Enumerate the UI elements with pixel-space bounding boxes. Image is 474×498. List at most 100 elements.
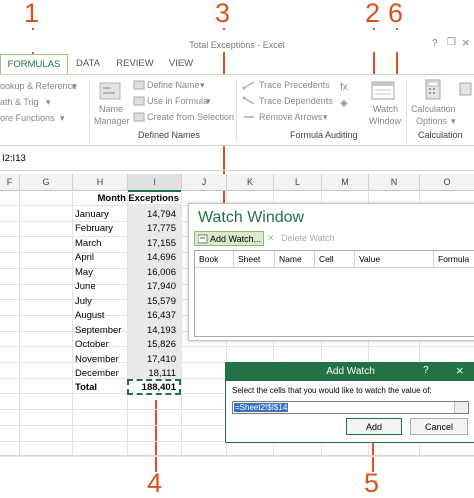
watch-col-formula[interactable]: Formula <box>434 251 474 267</box>
title-bar: Total Exceptions - Excel ? ❐ × <box>0 30 474 52</box>
column-header-n[interactable]: N <box>369 174 420 191</box>
watch-col-book[interactable]: Book <box>195 251 234 267</box>
tab-data[interactable]: DATA <box>70 54 106 74</box>
watch-window-label-2[interactable]: Window <box>369 116 401 126</box>
tab-view[interactable]: VIEW <box>164 54 198 74</box>
exceptions-cell[interactable]: 14,794 <box>128 207 176 222</box>
exceptions-cell[interactable]: 16,006 <box>128 265 176 280</box>
lookup-reference-button[interactable]: ookup & Reference <box>0 81 77 91</box>
month-cell[interactable]: March <box>75 236 126 251</box>
column-header-h[interactable]: H <box>73 174 128 191</box>
month-cell[interactable]: April <box>75 250 126 265</box>
add-watch-icon <box>198 234 208 244</box>
create-from-selection-button[interactable]: Create from Selection <box>147 112 234 122</box>
grid-column-line <box>181 190 182 455</box>
more-functions-button[interactable]: ore Functions <box>0 113 55 123</box>
name-box[interactable]: I2:I13 <box>2 153 26 164</box>
add-watch-dialog: Add Watch ? × Select the cells that you … <box>225 362 474 443</box>
ribbon-separator <box>236 80 237 142</box>
month-cell[interactable]: May <box>75 265 126 280</box>
trace-dependents-icon <box>242 96 255 105</box>
column-header-f[interactable]: F <box>0 174 20 191</box>
callout-1: 1 <box>24 0 40 28</box>
dropdown-icon: ▾ <box>46 97 51 107</box>
math-trig-button[interactable]: ath & Trig <box>0 97 39 107</box>
tab-formulas[interactable]: FORMULAS <box>0 54 68 75</box>
error-checking-icon[interactable]: ◈ <box>340 98 348 109</box>
exceptions-cell[interactable]: 17,940 <box>128 279 176 294</box>
watch-col-name[interactable]: Name <box>275 251 315 267</box>
add-watch-button[interactable]: Add Watch... <box>194 231 264 246</box>
month-cell[interactable]: February <box>75 221 126 236</box>
tab-review[interactable]: REVIEW <box>112 54 158 74</box>
grid-row-line <box>0 456 474 458</box>
grid-row-line <box>0 346 474 348</box>
month-cell[interactable]: July <box>75 294 126 309</box>
dropdown-icon: ▾ <box>60 113 65 123</box>
column-header-k[interactable]: K <box>227 174 274 191</box>
calculation-group-label: Calculation <box>418 130 463 140</box>
column-header-l[interactable]: L <box>274 174 322 191</box>
show-formulas-icon[interactable]: fx <box>340 82 348 93</box>
exceptions-cell[interactable]: 15,579 <box>128 294 176 309</box>
header-month[interactable]: Month <box>75 191 127 206</box>
use-in-formula-icon <box>133 96 145 106</box>
exceptions-cell[interactable]: 14,193 <box>128 323 176 338</box>
watch-window-label-1[interactable]: Watch <box>373 104 398 114</box>
watch-col-value[interactable]: Value <box>355 251 434 267</box>
ribbon-separator <box>406 80 407 142</box>
month-cell[interactable]: September <box>75 323 126 338</box>
help-button[interactable]: ? <box>432 38 438 49</box>
name-manager-label-2[interactable]: Manager <box>94 116 130 126</box>
watch-window: Watch Window Add Watch... ✕ Delete Watch… <box>188 203 474 341</box>
month-cell[interactable]: October <box>75 337 126 352</box>
column-header-i[interactable]: I <box>128 174 182 192</box>
dropdown-icon: ▾ <box>451 116 456 126</box>
month-cell[interactable]: August <box>75 308 126 323</box>
calculation-options-label-2[interactable]: Options <box>416 116 447 126</box>
cancel-button[interactable]: Cancel <box>410 418 468 435</box>
reference-input[interactable]: =Sheet2!$I$14 <box>232 401 469 414</box>
create-from-selection-icon <box>133 112 145 122</box>
calculate-now-icon <box>459 82 472 96</box>
dialog-help-button[interactable]: ? <box>423 365 429 376</box>
delete-watch-button[interactable]: ✕ Delete Watch <box>267 231 347 246</box>
column-header-m[interactable]: M <box>322 174 369 191</box>
remove-arrows-button[interactable]: Remove Arrows <box>259 112 323 122</box>
column-header-g[interactable]: G <box>20 174 73 191</box>
collapse-dialog-icon[interactable] <box>454 402 467 413</box>
month-cell[interactable]: January <box>75 207 126 222</box>
exceptions-cell[interactable]: 14,696 <box>128 250 176 265</box>
watch-col-sheet[interactable]: Sheet <box>234 251 275 267</box>
exceptions-cell[interactable]: 15,826 <box>128 337 176 352</box>
exceptions-cell[interactable]: 16,437 <box>128 308 176 323</box>
close-icon[interactable]: × <box>462 35 470 50</box>
trace-dependents-button[interactable]: Trace Dependents <box>259 96 333 106</box>
column-header-o[interactable]: O <box>420 174 474 191</box>
exceptions-cell[interactable]: 17,155 <box>128 236 176 251</box>
month-cell[interactable]: June <box>75 279 126 294</box>
dropdown-icon: ▾ <box>206 96 211 106</box>
exceptions-cell[interactable]: 17,410 <box>128 352 176 367</box>
watch-list[interactable]: Book Sheet Name Cell Value Formula <box>194 250 474 337</box>
dialog-close-icon[interactable]: × <box>456 363 464 378</box>
restore-icon[interactable]: ❐ <box>447 37 456 48</box>
total-label[interactable]: Total <box>75 380 126 395</box>
calculation-options-label-1[interactable]: Calculation <box>411 104 456 114</box>
callout-4-line <box>155 400 157 472</box>
define-name-button[interactable]: Define Name <box>147 80 200 90</box>
header-exceptions[interactable]: Exceptions <box>128 191 179 206</box>
column-header-j[interactable]: J <box>182 174 227 191</box>
watch-col-cell[interactable]: Cell <box>315 251 355 267</box>
defined-names-group-label: Defined Names <box>138 130 201 140</box>
trace-precedents-button[interactable]: Trace Precedents <box>259 80 330 90</box>
add-button[interactable]: Add <box>346 418 402 435</box>
month-cell[interactable]: November <box>75 352 126 367</box>
total-value[interactable]: 188,401 <box>128 380 176 395</box>
month-cell[interactable]: December <box>75 366 126 381</box>
name-manager-label-1[interactable]: Name <box>99 104 123 114</box>
callout-2: 2 <box>365 0 381 28</box>
grid-column-line <box>19 190 20 455</box>
use-in-formula-button[interactable]: Use in Formula <box>147 96 208 106</box>
exceptions-cell[interactable]: 17,775 <box>128 221 176 236</box>
